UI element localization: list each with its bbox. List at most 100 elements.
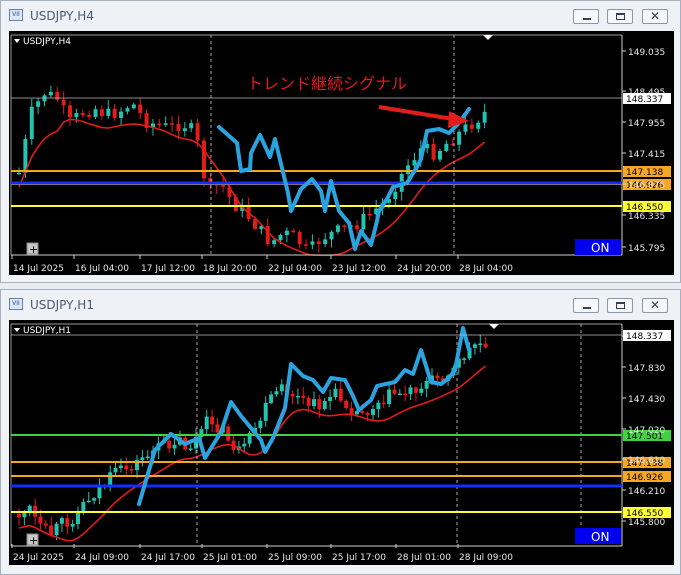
time-tick-label: 28 Jul 09:00 (459, 553, 513, 563)
price-tick-label: 146.875 (628, 181, 665, 191)
bull-candle (81, 501, 86, 513)
time-tick-label: 22 Jul 04:00 (268, 264, 322, 274)
bear-candle (367, 213, 372, 216)
time-tick-label: 17 Jul 12:00 (141, 264, 195, 274)
bull-candle (463, 124, 468, 132)
close-button[interactable]: ✕ (642, 9, 668, 24)
time-tick-label: 24 Jul 2025 (13, 553, 64, 563)
maximize-button[interactable] (607, 9, 633, 24)
bull-candle (312, 399, 316, 407)
symbol-label: USDJPY,H4 (23, 37, 71, 47)
bull-candle (476, 122, 481, 129)
bull-candle (97, 486, 102, 499)
bull-candle (397, 393, 402, 396)
bear-candle (170, 123, 175, 125)
bear-candle (226, 426, 231, 441)
bear-candle (43, 523, 48, 526)
time-tick-label: 18 Jul 20:00 (203, 264, 257, 274)
bear-candle (403, 393, 408, 396)
minimize-icon (583, 18, 591, 20)
bull-candle (118, 465, 123, 468)
bull-candle (59, 518, 64, 524)
bull-candle (472, 344, 477, 348)
bull-candle (163, 123, 168, 125)
plus-icon: + (29, 243, 38, 256)
bull-candle (278, 235, 283, 241)
bear-candle (355, 225, 360, 230)
bull-candle (54, 523, 59, 536)
bear-candle (338, 388, 343, 401)
bear-candle (38, 516, 43, 524)
window-titlebar[interactable]: VII USDJPY,H4 ✕ (1, 1, 680, 31)
restore-icon (616, 302, 625, 309)
bull-candle (335, 225, 340, 232)
bull-candle (48, 91, 53, 96)
bear-candle (138, 104, 143, 114)
symbol-label: USDJPY,H1 (23, 326, 71, 336)
time-tick-label: 28 Jul 04:00 (459, 264, 513, 274)
window-title: USDJPY,H4 (30, 9, 94, 23)
bear-candle (317, 399, 322, 410)
bear-candle (306, 397, 311, 407)
bull-candle (408, 387, 413, 395)
bull-candle (424, 380, 429, 389)
price-chart-h1[interactable]: 147.501 147.138 146.926 146.550 USDJPY,H1 1… (9, 320, 674, 565)
bull-candle (86, 500, 91, 503)
bear-candle (221, 185, 226, 187)
current-price-label: 148.337 (626, 95, 663, 105)
bear-candle (469, 124, 474, 129)
bear-candle (291, 230, 296, 233)
bull-candle (284, 230, 289, 236)
bear-candle (365, 412, 370, 415)
close-button[interactable]: ✕ (642, 298, 668, 313)
bear-candle (124, 465, 129, 470)
price-tick-label: 147.020 (628, 426, 665, 436)
bull-candle (76, 512, 80, 525)
bull-candle (106, 108, 111, 116)
close-icon: ✕ (650, 298, 661, 312)
bear-candle (167, 440, 172, 449)
bear-candle (17, 514, 21, 518)
bear-candle (215, 424, 220, 433)
bull-candle (269, 394, 274, 403)
bull-candle (333, 388, 338, 398)
window-titlebar[interactable]: VII USDJPY,H1 ✕ (1, 290, 680, 320)
bull-candle (393, 191, 398, 200)
chart-window-h1[interactable]: VII USDJPY,H1 ✕ 147.501 147.138 146.926 146… (0, 289, 681, 575)
price-chart-h4[interactable]: 147.138 146.926 146.550 トレンド継続シグナル USDJPY,… (9, 31, 674, 275)
price-tick-label: 147.955 (628, 119, 665, 129)
bull-candle (74, 113, 79, 118)
bull-candle (444, 143, 449, 151)
bull-candle (376, 402, 381, 410)
bull-candle (279, 384, 284, 392)
price-tick-label: 147.830 (628, 364, 665, 374)
maximize-button[interactable] (607, 298, 633, 313)
bear-candle (49, 525, 54, 536)
bull-candle (188, 448, 193, 450)
bear-candle (413, 387, 418, 393)
bull-candle (412, 160, 417, 166)
chart-window-h4[interactable]: VII USDJPY,H4 ✕ 147.138 146.926 146.550 トレ… (0, 0, 681, 283)
time-tick-label: 24 Jul 20:00 (397, 264, 451, 274)
price-tick-label: 146.610 (628, 456, 665, 466)
chart-window-icon: VII (9, 298, 23, 310)
level-price-label: 146.926 (626, 473, 663, 483)
bull-candle (263, 402, 268, 421)
bear-candle (431, 143, 436, 160)
bull-candle (119, 111, 124, 118)
time-tick-label: 28 Jul 01:00 (397, 553, 451, 563)
price-tick-label: 149.035 (628, 48, 665, 58)
bear-candle (304, 244, 309, 246)
bear-candle (176, 123, 181, 132)
minimize-button[interactable] (573, 298, 599, 313)
bull-candle (272, 240, 277, 245)
time-tick-label: 23 Jul 12:00 (332, 264, 386, 274)
bull-candle (371, 409, 375, 415)
price-tick-label: 146.210 (628, 487, 665, 497)
bull-candle (295, 395, 300, 398)
price-tick-label: 145.795 (628, 244, 665, 254)
minimize-button[interactable] (573, 9, 599, 24)
restore-icon (616, 13, 625, 20)
price-tick-label: 147.415 (628, 150, 665, 160)
bear-candle (210, 416, 215, 425)
